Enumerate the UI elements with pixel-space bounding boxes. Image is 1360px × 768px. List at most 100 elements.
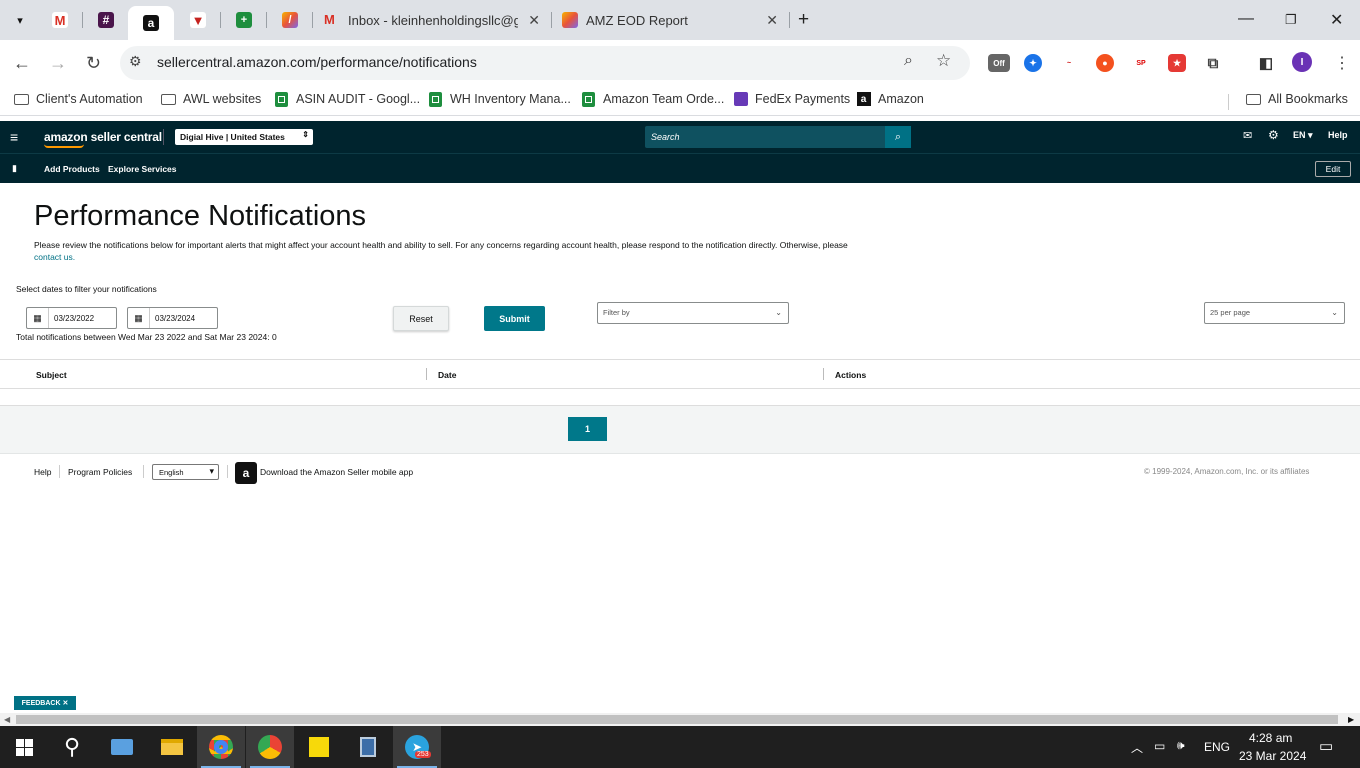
calculator-icon[interactable] (344, 726, 392, 768)
tab-inbox[interactable]: M Inbox - kleinhenholdingsllc@gm ✕ (324, 6, 540, 34)
footer-help-link[interactable]: Help (34, 467, 51, 477)
restore-button[interactable]: ❐ (1285, 12, 1297, 28)
extension-off-icon[interactable]: Off (988, 54, 1010, 72)
page-number-button[interactable]: 1 (568, 417, 607, 441)
address-bar[interactable]: ⚙ sellercentral.amazon.com/performance/n… (120, 46, 970, 80)
minimize-button[interactable]: — (1238, 10, 1254, 28)
bookmark-asin-audit[interactable]: ASIN AUDIT - Googl... (274, 91, 420, 107)
seller-central-subnav: ▮ Add Products Explore Services Edit (0, 153, 1360, 183)
search-icon[interactable]: ⌕ (885, 126, 911, 148)
file-explorer-icon[interactable] (148, 726, 196, 768)
tab-clickup[interactable]: / (276, 6, 304, 34)
close-icon[interactable]: ✕ (528, 12, 540, 29)
tab-title: Inbox - kleinhenholdingsllc@gm (348, 12, 518, 28)
contact-us-link[interactable]: contact us. (34, 252, 75, 262)
hamburger-menu-icon[interactable]: ≡ (10, 129, 18, 145)
extension-icon[interactable]: ✦ (1024, 54, 1042, 72)
folder-icon (14, 92, 29, 106)
sticky-notes-icon[interactable] (295, 726, 343, 768)
filter-by-select[interactable]: Filter by ⌄ (597, 302, 789, 324)
site-info-icon[interactable]: ⚙ (129, 53, 142, 70)
reload-icon[interactable]: ↻ (86, 53, 101, 74)
per-page-select[interactable]: 25 per page ⌄ (1204, 302, 1345, 324)
tray-chevron-icon[interactable]: ︿ (1131, 739, 1143, 756)
column-actions: Actions (835, 370, 867, 380)
network-icon[interactable]: ▭ (1154, 739, 1165, 753)
telegram-icon[interactable]: ➤ 253 (393, 726, 441, 768)
search-input[interactable]: Search (645, 126, 886, 148)
scroll-right-icon[interactable]: ▶ (1348, 715, 1354, 724)
tab-vpn[interactable]: ▼ (184, 6, 212, 34)
help-link[interactable]: Help (1328, 130, 1348, 140)
seller-central-header: ≡ amazon seller central Digial Hive | Un… (0, 121, 1360, 153)
volume-icon[interactable]: 🕪 (1177, 738, 1185, 753)
tab-search-button[interactable]: ▾ (6, 6, 34, 34)
scroll-left-icon[interactable]: ◀ (4, 715, 10, 724)
side-panel-icon[interactable]: ◧ (1257, 54, 1275, 72)
nav-add-products[interactable]: Add Products (44, 164, 100, 174)
feedback-label: FEEDBACK (21, 699, 61, 707)
zoom-icon[interactable]: ⌕ (904, 52, 913, 70)
extension-star-icon[interactable]: ★ (1168, 54, 1186, 72)
gear-icon[interactable]: ⚙ (1268, 128, 1279, 142)
scrollbar-thumb[interactable] (16, 715, 1338, 724)
seller-central-logo[interactable]: amazon seller central (44, 130, 162, 144)
bookmark-awl-websites[interactable]: AWL websites (161, 92, 261, 106)
calendar-icon[interactable]: ▦ (27, 308, 49, 328)
bookmark-amazon[interactable]: a Amazon (856, 92, 924, 106)
chrome-icon[interactable] (197, 726, 245, 768)
forward-icon[interactable]: → (49, 53, 67, 74)
extension-icon[interactable]: ● (1096, 54, 1114, 72)
tab-sheets[interactable]: + (230, 6, 258, 34)
clock-time[interactable]: 4:28 am (1249, 731, 1292, 745)
mail-icon[interactable]: ✉ (1243, 129, 1252, 142)
bookmark-star-icon[interactable]: ☆ (936, 51, 951, 71)
column-subject[interactable]: Subject (36, 370, 67, 380)
profile-avatar[interactable]: I (1292, 52, 1312, 72)
mobile-app-link[interactable]: Download the Amazon Seller mobile app (260, 467, 413, 477)
bookmark-icon[interactable]: ▮ (12, 163, 17, 174)
search-icon[interactable]: ⚲ (48, 726, 96, 768)
amazon-app-icon[interactable]: a (235, 462, 257, 484)
bookmark-fedex-payments[interactable]: FedEx Payments (733, 92, 850, 106)
edit-nav-button[interactable]: Edit (1315, 161, 1351, 177)
extension-icon[interactable]: ~ (1060, 54, 1078, 72)
tab-gmail[interactable]: M (46, 6, 74, 34)
bookmark-wh-inventory[interactable]: WH Inventory Mana... (428, 91, 571, 107)
sort-arrows-icon: ⇕ (302, 130, 309, 139)
footer-program-policies-link[interactable]: Program Policies (68, 467, 132, 477)
close-window-button[interactable]: ✕ (1330, 10, 1343, 30)
reset-button[interactable]: Reset (393, 306, 449, 331)
chrome-profile-icon[interactable] (246, 726, 294, 768)
windows-start-icon[interactable] (0, 726, 48, 768)
clock-date[interactable]: 23 Mar 2024 (1239, 749, 1306, 763)
calendar-icon[interactable]: ▦ (128, 308, 150, 328)
feedback-button[interactable]: FEEDBACK ✕ (14, 696, 76, 710)
desktop-app-icon[interactable] (98, 726, 146, 768)
date-to-input[interactable]: ▦ 03/23/2024 (127, 307, 218, 329)
extension-alert-icon[interactable]: SP (1132, 54, 1150, 72)
tab-slack[interactable]: # (92, 6, 120, 34)
tab-eod-report[interactable]: AMZ EOD Report ✕ (562, 6, 778, 34)
submit-button[interactable]: Submit (484, 306, 545, 331)
horizontal-scrollbar[interactable]: ◀ ▶ (0, 713, 1360, 726)
footer-language-select[interactable]: English ▾ (152, 464, 219, 480)
new-tab-button[interactable]: + (798, 9, 809, 31)
menu-dots-icon[interactable]: ⋮ (1334, 53, 1350, 73)
back-icon[interactable]: ← (13, 53, 31, 74)
close-icon[interactable]: ✕ (766, 12, 778, 29)
bookmark-amazon-team-orders[interactable]: Amazon Team Orde... (581, 91, 724, 107)
date-from-input[interactable]: ▦ 03/23/2022 (26, 307, 117, 329)
input-language[interactable]: ENG (1204, 740, 1230, 754)
tab-amazon-active[interactable]: a (128, 6, 174, 40)
account-switcher[interactable]: Digial Hive | United States ⇕ (175, 129, 313, 145)
bookmark-label: All Bookmarks (1268, 92, 1348, 106)
notifications-icon[interactable]: ▭ (1319, 737, 1333, 755)
bookmark-clients-automation[interactable]: Client's Automation (14, 92, 143, 106)
column-date[interactable]: Date (438, 370, 456, 380)
date-from-value: 03/23/2022 (54, 313, 95, 323)
language-selector[interactable]: EN ▾ (1293, 130, 1313, 141)
all-bookmarks[interactable]: All Bookmarks (1246, 92, 1348, 106)
nav-explore-services[interactable]: Explore Services (108, 164, 177, 174)
puzzle-icon[interactable]: ⧉ (1204, 54, 1222, 72)
